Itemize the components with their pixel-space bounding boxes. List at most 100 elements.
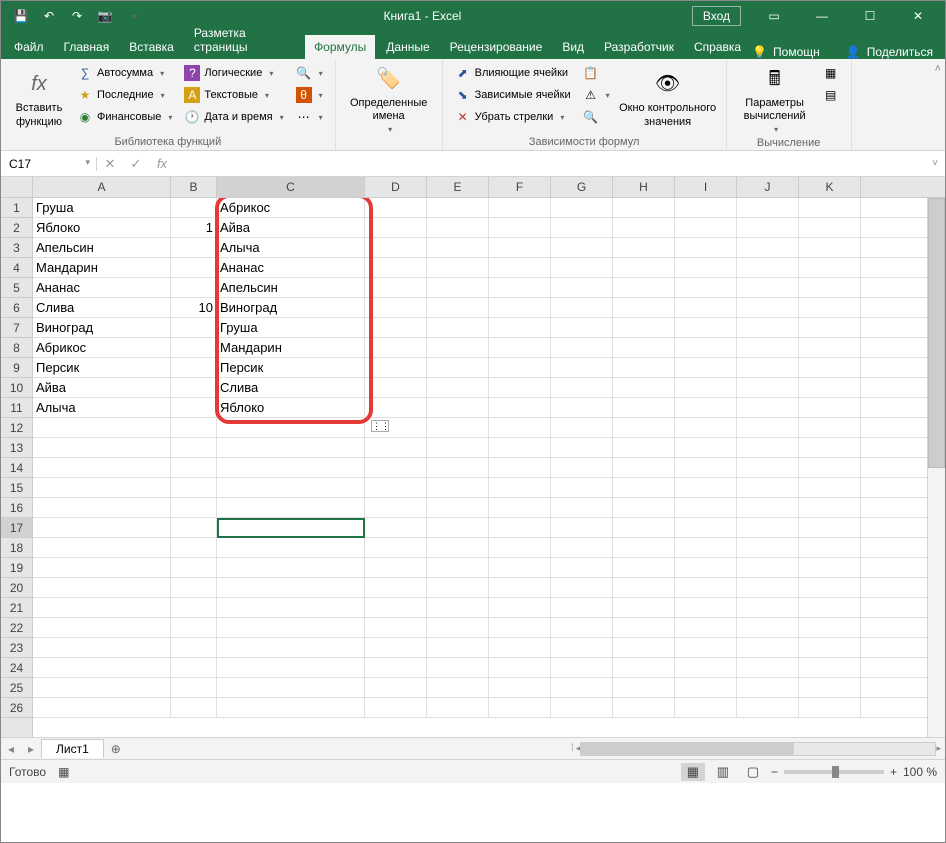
cell[interactable] (489, 578, 551, 597)
autosum-button[interactable]: ∑Автосумма (73, 63, 176, 83)
collapse-ribbon-icon[interactable]: ˄ (931, 59, 945, 150)
cell[interactable] (613, 698, 675, 717)
macro-record-icon[interactable]: ▦ (58, 765, 69, 779)
col-header-g[interactable]: G (551, 177, 613, 197)
cell[interactable] (799, 398, 861, 417)
cell[interactable] (737, 478, 799, 497)
cell[interactable] (551, 638, 613, 657)
cell[interactable] (427, 358, 489, 377)
cells-area[interactable]: ГрушаАбрикосЯблоко1АйваАпельсинАлычаМанд… (33, 198, 927, 737)
row-header[interactable]: 10 (1, 378, 32, 398)
cell[interactable] (365, 618, 427, 637)
col-header-e[interactable]: E (427, 177, 489, 197)
cell[interactable] (551, 318, 613, 337)
cell[interactable] (613, 218, 675, 237)
col-header-f[interactable]: F (489, 177, 551, 197)
cell[interactable] (427, 438, 489, 457)
error-checking-button[interactable]: ⚠ (579, 85, 614, 105)
tab-view[interactable]: Вид (553, 35, 593, 59)
tab-review[interactable]: Рецензирование (441, 35, 552, 59)
row-header[interactable]: 5 (1, 278, 32, 298)
cell[interactable] (799, 358, 861, 377)
cell[interactable] (675, 458, 737, 477)
cell[interactable] (217, 678, 365, 697)
cell[interactable] (489, 498, 551, 517)
cell[interactable] (427, 618, 489, 637)
row-header[interactable]: 26 (1, 698, 32, 718)
cell[interactable]: Персик (217, 358, 365, 377)
cell[interactable] (799, 618, 861, 637)
qat-customize-icon[interactable] (121, 4, 145, 28)
cell[interactable] (675, 258, 737, 277)
zoom-slider-thumb[interactable] (832, 766, 839, 778)
cell[interactable] (613, 458, 675, 477)
cell[interactable] (799, 218, 861, 237)
cell[interactable] (365, 498, 427, 517)
row-header[interactable]: 23 (1, 638, 32, 658)
cell[interactable] (675, 618, 737, 637)
cell[interactable] (737, 198, 799, 217)
cell[interactable] (365, 558, 427, 577)
row-header[interactable]: 4 (1, 258, 32, 278)
cell[interactable] (427, 458, 489, 477)
cell[interactable] (365, 298, 427, 317)
trace-precedents-button[interactable]: ⬈Влияющие ячейки (451, 63, 575, 83)
save-icon[interactable]: 💾 (9, 4, 33, 28)
cell[interactable] (171, 598, 217, 617)
zoom-slider[interactable] (784, 770, 884, 774)
cell[interactable] (427, 578, 489, 597)
cell[interactable] (489, 698, 551, 717)
cell[interactable] (427, 198, 489, 217)
cell[interactable] (427, 678, 489, 697)
cell[interactable] (737, 698, 799, 717)
cell[interactable] (737, 598, 799, 617)
sheet-nav-next-icon[interactable]: ▸ (21, 742, 41, 756)
cell[interactable] (613, 538, 675, 557)
cell[interactable] (489, 218, 551, 237)
cell[interactable] (613, 518, 675, 537)
cell[interactable] (489, 618, 551, 637)
cell[interactable] (33, 478, 171, 497)
cell[interactable] (171, 658, 217, 677)
cell[interactable] (551, 258, 613, 277)
cell[interactable] (489, 638, 551, 657)
lookup-button[interactable]: 🔍 (292, 63, 327, 83)
cell[interactable]: Слива (33, 298, 171, 317)
cell[interactable] (171, 558, 217, 577)
cell[interactable] (489, 198, 551, 217)
cell[interactable] (365, 198, 427, 217)
cell[interactable] (551, 338, 613, 357)
cell[interactable] (365, 678, 427, 697)
tab-developer[interactable]: Разработчик (595, 35, 683, 59)
cell[interactable] (675, 418, 737, 437)
cell[interactable] (613, 238, 675, 257)
cell[interactable] (799, 518, 861, 537)
col-header-k[interactable]: K (799, 177, 861, 197)
cell[interactable] (675, 518, 737, 537)
row-header[interactable]: 19 (1, 558, 32, 578)
cell[interactable] (427, 318, 489, 337)
ribbon-options-icon[interactable]: ▭ (751, 1, 797, 31)
cell[interactable] (489, 238, 551, 257)
cell[interactable] (737, 418, 799, 437)
cell[interactable] (489, 658, 551, 677)
cell[interactable] (217, 518, 365, 537)
cell[interactable] (613, 438, 675, 457)
cell[interactable] (427, 478, 489, 497)
cell[interactable] (675, 318, 737, 337)
cell[interactable] (799, 538, 861, 557)
cell[interactable] (799, 658, 861, 677)
cell[interactable] (171, 418, 217, 437)
cell[interactable] (33, 658, 171, 677)
text-button[interactable]: AТекстовые (180, 85, 287, 105)
row-header[interactable]: 21 (1, 598, 32, 618)
cell[interactable]: 1 (171, 218, 217, 237)
row-header[interactable]: 20 (1, 578, 32, 598)
cell[interactable] (613, 318, 675, 337)
more-fn-button[interactable]: ⋯ (292, 107, 327, 127)
cell[interactable] (365, 378, 427, 397)
cell[interactable] (613, 398, 675, 417)
row-header[interactable]: 12 (1, 418, 32, 438)
row-header[interactable]: 11 (1, 398, 32, 418)
sheet-nav-prev-icon[interactable]: ◂ (1, 742, 21, 756)
